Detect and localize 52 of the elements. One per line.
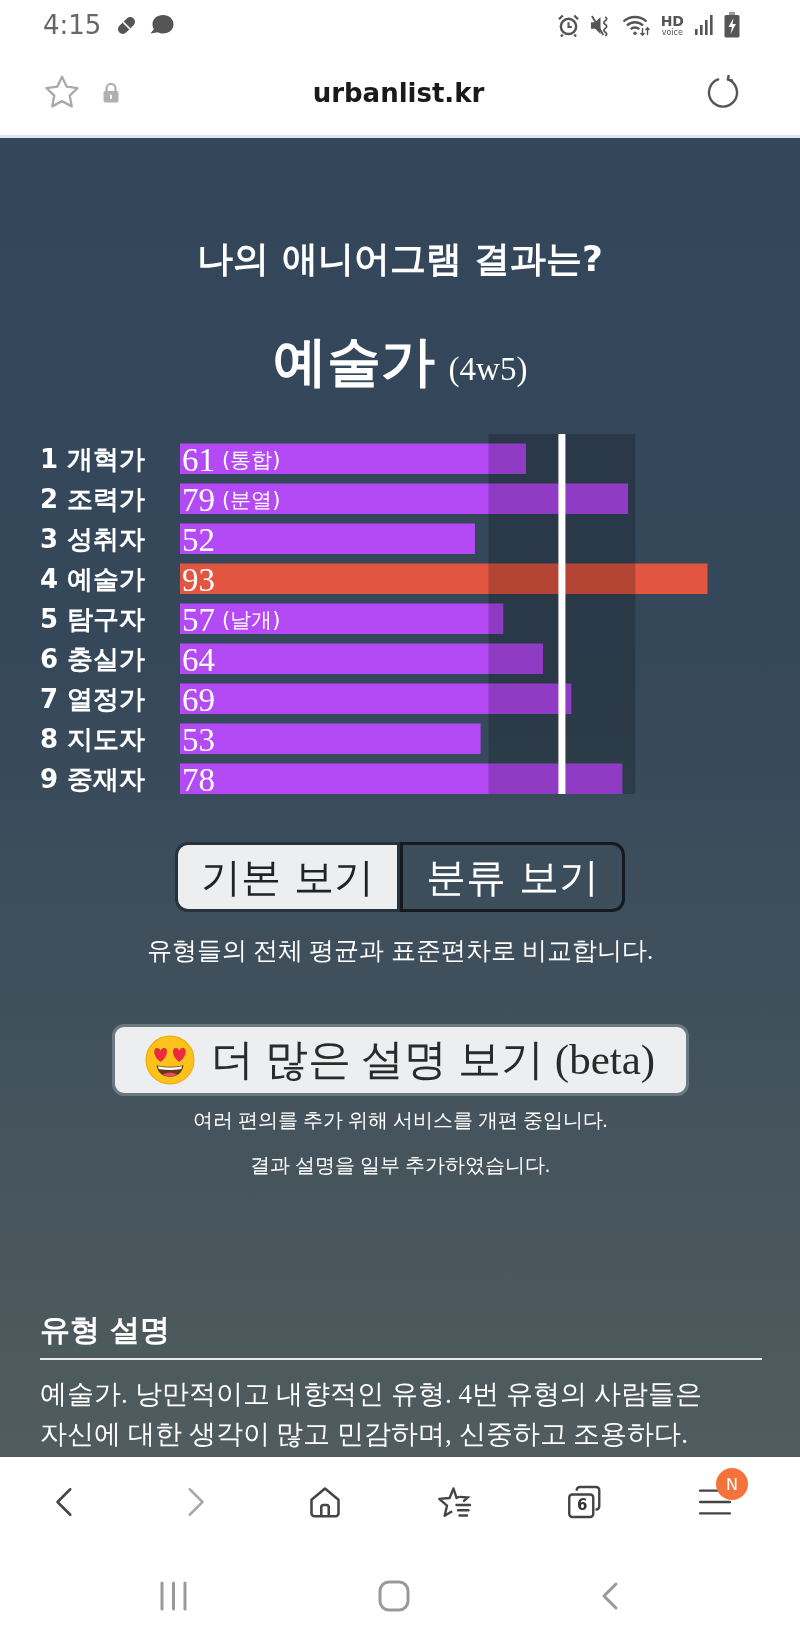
clock-time: 4:15 (43, 10, 102, 40)
value-label: 69 (182, 681, 215, 718)
value-label: 52 (182, 521, 215, 558)
category-label: 2 조력가 (40, 483, 146, 514)
heart-eyes-emoji-icon (144, 1035, 195, 1085)
category-label: 7 열정가 (40, 683, 146, 714)
battery-icon (724, 12, 740, 38)
category-label: 6 충실가 (40, 643, 146, 674)
value-label: 53 (182, 721, 215, 758)
annotation-label: (통합) (222, 447, 281, 472)
view-caption: 유형들의 전체 평균과 표준편차로 비교합니다. (146, 936, 654, 966)
star-list-icon[interactable] (436, 1484, 474, 1520)
house-icon[interactable] (307, 1484, 343, 1520)
network-sublabel: voice (661, 28, 683, 37)
annotation-label: (날개) (222, 607, 281, 632)
value-label: 64 (182, 641, 215, 678)
value-label: 57 (182, 601, 215, 638)
description-text: 예술가. 낭만적이고 내향적인 유형. 4번 유형의 사람들은 자신에 대한 생각이 많고 민감하며, 신중하고 조용하다. (40, 1378, 703, 1451)
tabs-button[interactable]: 6 (566, 1484, 604, 1520)
value-label: 78 (182, 761, 215, 794)
url-text[interactable]: urbanlist.kr (298, 77, 485, 108)
notice-text: 여러 편의를 추가 위해 서비스를 개편 중입니다. (192, 1108, 608, 1133)
view-tab[interactable]: 분류 보기 (400, 842, 625, 912)
muted-speaker-icon (589, 13, 611, 37)
category-label: 1 개혁가 (40, 443, 146, 474)
notice-text: 결과 설명을 일부 추가하였습니다. (250, 1153, 550, 1178)
wifi-icon (621, 14, 650, 36)
category-label: 9 중재자 (40, 763, 146, 794)
value-label: 93 (182, 561, 215, 598)
vertical-lines-icon[interactable] (160, 1580, 187, 1611)
category-label: 3 성취자 (40, 523, 146, 554)
category-label: 8 지도자 (40, 723, 146, 754)
annotation-label: (분열) (222, 487, 281, 512)
value-label: 79 (182, 481, 215, 518)
star-icon[interactable] (43, 74, 81, 111)
alarm-clock-icon (557, 13, 579, 37)
category-label: 5 탐구자 (40, 603, 146, 634)
lock-icon (102, 82, 120, 103)
signal-bars-icon (695, 15, 713, 35)
circular-arrow-icon[interactable] (706, 75, 740, 110)
rounded-square-icon[interactable] (377, 1579, 410, 1612)
view-tab[interactable]: 기본 보기 (175, 842, 400, 912)
speech-bubble-icon (150, 14, 175, 36)
result-heading: 나의 애니어그램 결과는? (197, 237, 603, 281)
notification-badge: N (716, 1468, 748, 1500)
value-label: 61 (182, 441, 215, 478)
result-wing: (4w5) (448, 351, 528, 388)
section-heading: 유형 설명 (40, 1310, 762, 1360)
more-description-button[interactable]: 더 많은 설명 보기 (beta) (111, 1024, 689, 1096)
result-type-name: 예술가 (272, 330, 435, 394)
category-label: 4 예술가 (40, 563, 146, 594)
network-label: HD (660, 13, 684, 28)
